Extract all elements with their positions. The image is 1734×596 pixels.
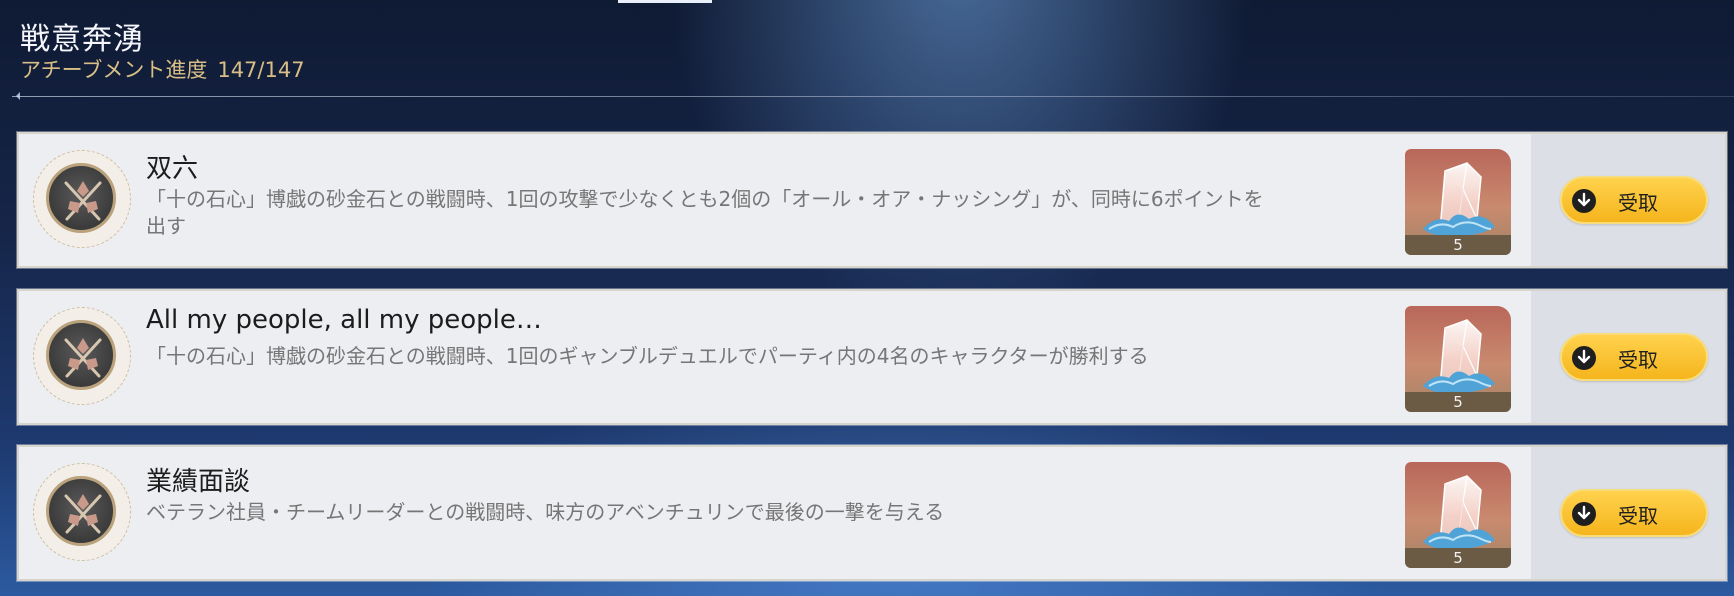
achievement-badge-icon [33, 463, 131, 561]
reward-item[interactable]: 5 [1405, 306, 1511, 412]
claim-button[interactable]: 受取 [1560, 333, 1708, 381]
reward-count: 5 [1453, 549, 1463, 567]
claim-button[interactable]: 受取 [1560, 176, 1708, 224]
achievement-description: 「十の石心」博戯の砂金石との戦闘時、1回のギャンブルデュエルでパーティ内の4名の… [146, 344, 1149, 368]
achievement-description: 「十の石心」博戯の砂金石との戦闘時、1回の攻撃で少なくとも2個の「オール・オア・… [146, 187, 1264, 238]
achievement-title: 業績面談 [146, 467, 251, 497]
claim-button[interactable]: 受取 [1560, 489, 1708, 537]
download-arrow-icon [1572, 189, 1596, 213]
claim-label: 受取 [1618, 504, 1658, 528]
achievement-description: ベテラン社員・チームリーダーとの戦闘時、味方のアベンチュリンで最後の一撃を与える [146, 500, 945, 524]
reward-item[interactable]: 5 [1405, 462, 1511, 568]
achievement-title: 双六 [146, 154, 199, 184]
download-arrow-icon [1572, 346, 1596, 370]
top-tab-indicator [618, 0, 712, 3]
reward-count: 5 [1453, 393, 1463, 411]
claim-label: 受取 [1618, 348, 1658, 372]
achievement-title: All my people, all my people… [146, 305, 542, 335]
achievement-row: 双六 「十の石心」博戯の砂金石との戦闘時、1回の攻撃で少なくとも2個の「オール・… [17, 132, 1727, 268]
reward-item[interactable]: 5 [1405, 149, 1511, 255]
reward-count: 5 [1453, 236, 1463, 254]
achievement-row: All my people, all my people… 「十の石心」博戯の砂… [17, 289, 1727, 425]
download-arrow-icon [1572, 502, 1596, 526]
header-divider [12, 92, 1734, 100]
claim-label: 受取 [1618, 191, 1658, 215]
progress-label: アチーブメント進度 [20, 58, 208, 82]
achievement-badge-icon [33, 307, 131, 405]
achievement-row: 業績面談 ベテラン社員・チームリーダーとの戦闘時、味方のアベンチュリンで最後の一… [17, 445, 1727, 581]
progress-count: 147/147 [217, 58, 305, 82]
achievement-progress: アチーブメント進度 147/147 [20, 54, 305, 84]
page-title: 戦意奔湧 [20, 22, 144, 57]
achievement-badge-icon [33, 150, 131, 248]
